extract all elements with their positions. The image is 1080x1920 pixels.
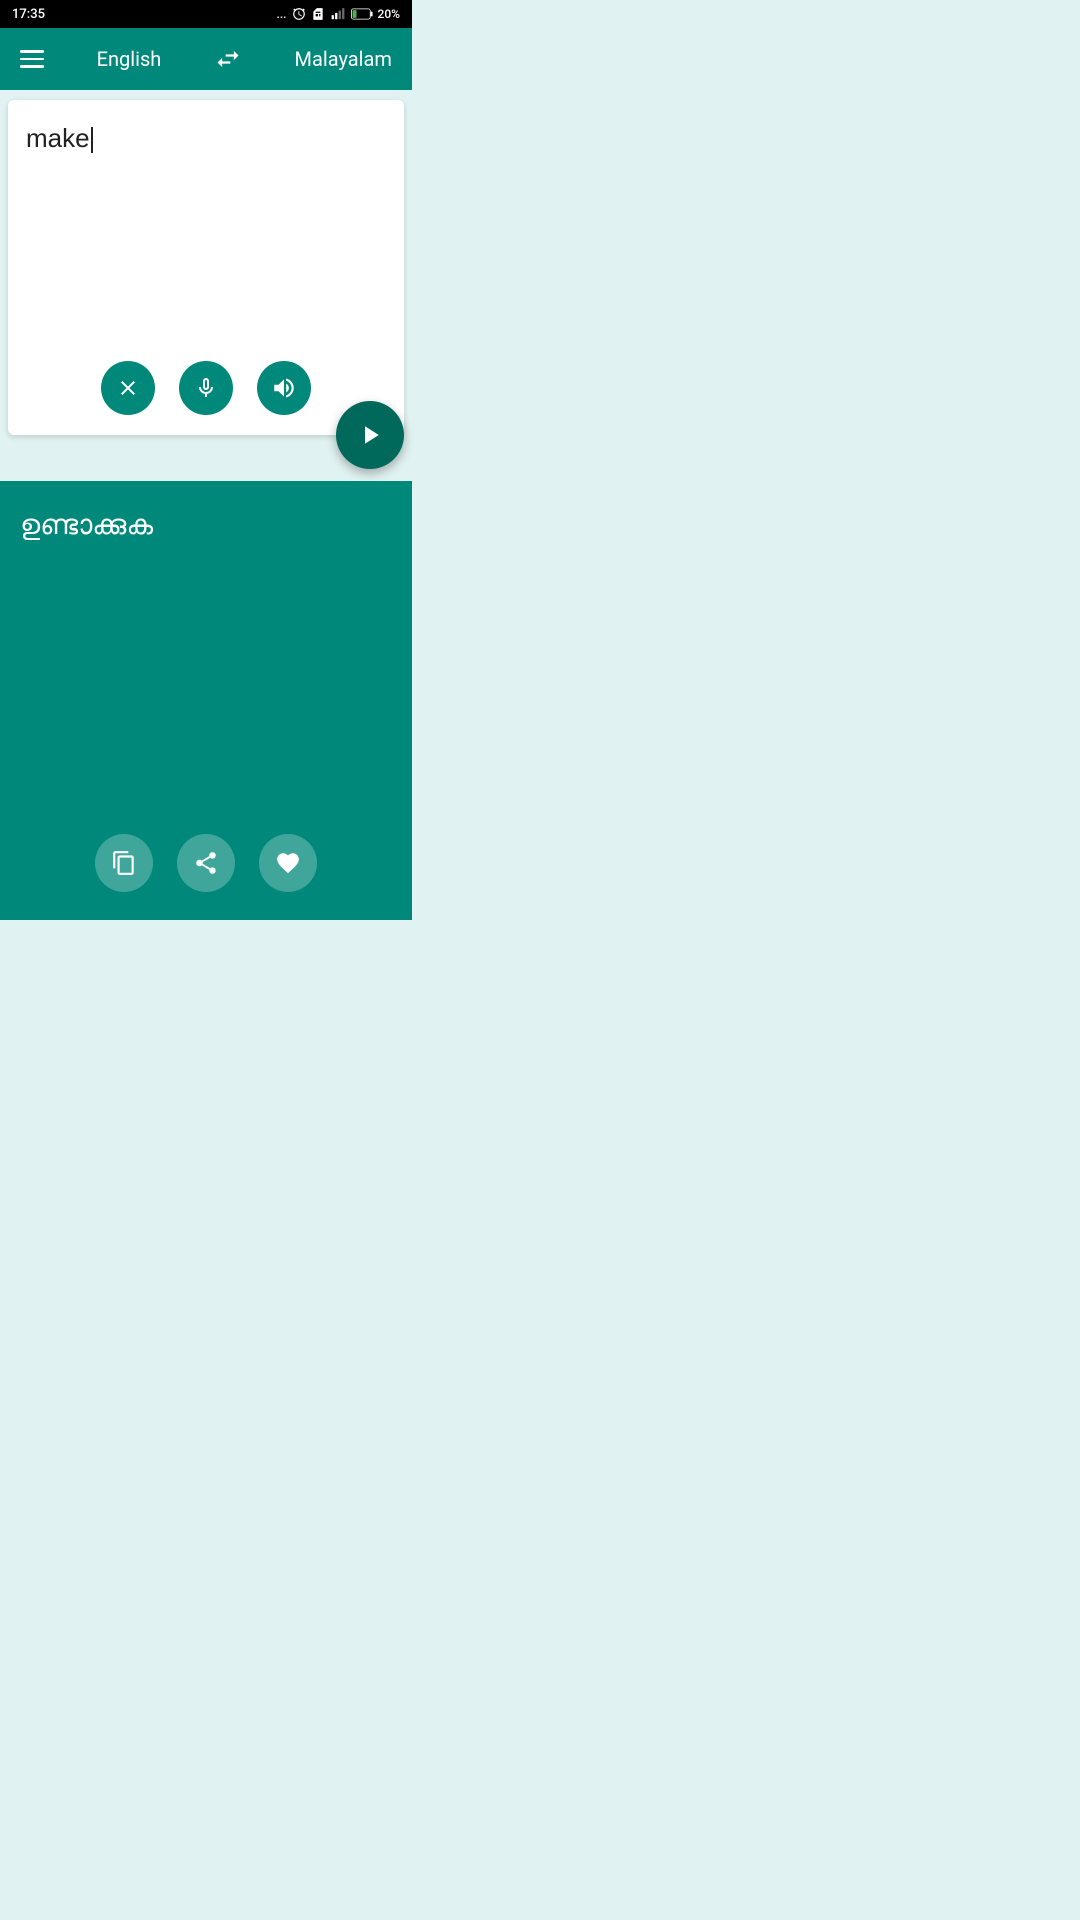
swap-languages-button[interactable] (214, 45, 242, 73)
target-language-button[interactable]: Malayalam (295, 47, 392, 71)
battery-pct: 20% (378, 7, 400, 21)
translate-button[interactable] (336, 401, 404, 469)
favorite-button[interactable] (259, 834, 317, 892)
output-section: ഉണ്ടാക്കുക (0, 481, 412, 920)
status-dots: ... (277, 7, 287, 21)
signal-icon (330, 7, 346, 21)
copy-button[interactable] (95, 834, 153, 892)
volume-icon (271, 375, 297, 401)
alarm-icon (292, 7, 306, 21)
status-icons: ... 20% (277, 7, 401, 21)
copy-icon (111, 850, 137, 876)
clear-button[interactable] (101, 361, 155, 415)
share-icon (193, 850, 219, 876)
translated-text: ഉണ്ടാക്കുക (20, 505, 392, 820)
close-icon (116, 376, 140, 400)
input-wrapper: make (0, 90, 412, 435)
sim-icon (311, 7, 325, 21)
source-language-button[interactable]: English (97, 47, 162, 71)
status-bar: 17:35 ... 20% (0, 0, 412, 28)
swap-icon (214, 45, 242, 73)
microphone-button[interactable] (179, 361, 233, 415)
main-content: make (0, 90, 412, 920)
send-icon (355, 420, 385, 450)
text-cursor (91, 127, 93, 153)
microphone-icon (194, 376, 218, 400)
heart-icon (275, 850, 301, 876)
share-button[interactable] (177, 834, 235, 892)
battery-icon (351, 7, 373, 21)
source-text-display[interactable]: make (8, 100, 404, 347)
input-section: make (8, 100, 404, 435)
output-actions (20, 820, 392, 920)
input-text-value: make (26, 123, 90, 153)
speaker-button[interactable] (257, 361, 311, 415)
toolbar: English Malayalam (0, 28, 412, 90)
status-time: 17:35 (12, 7, 45, 22)
menu-button[interactable] (20, 50, 44, 68)
